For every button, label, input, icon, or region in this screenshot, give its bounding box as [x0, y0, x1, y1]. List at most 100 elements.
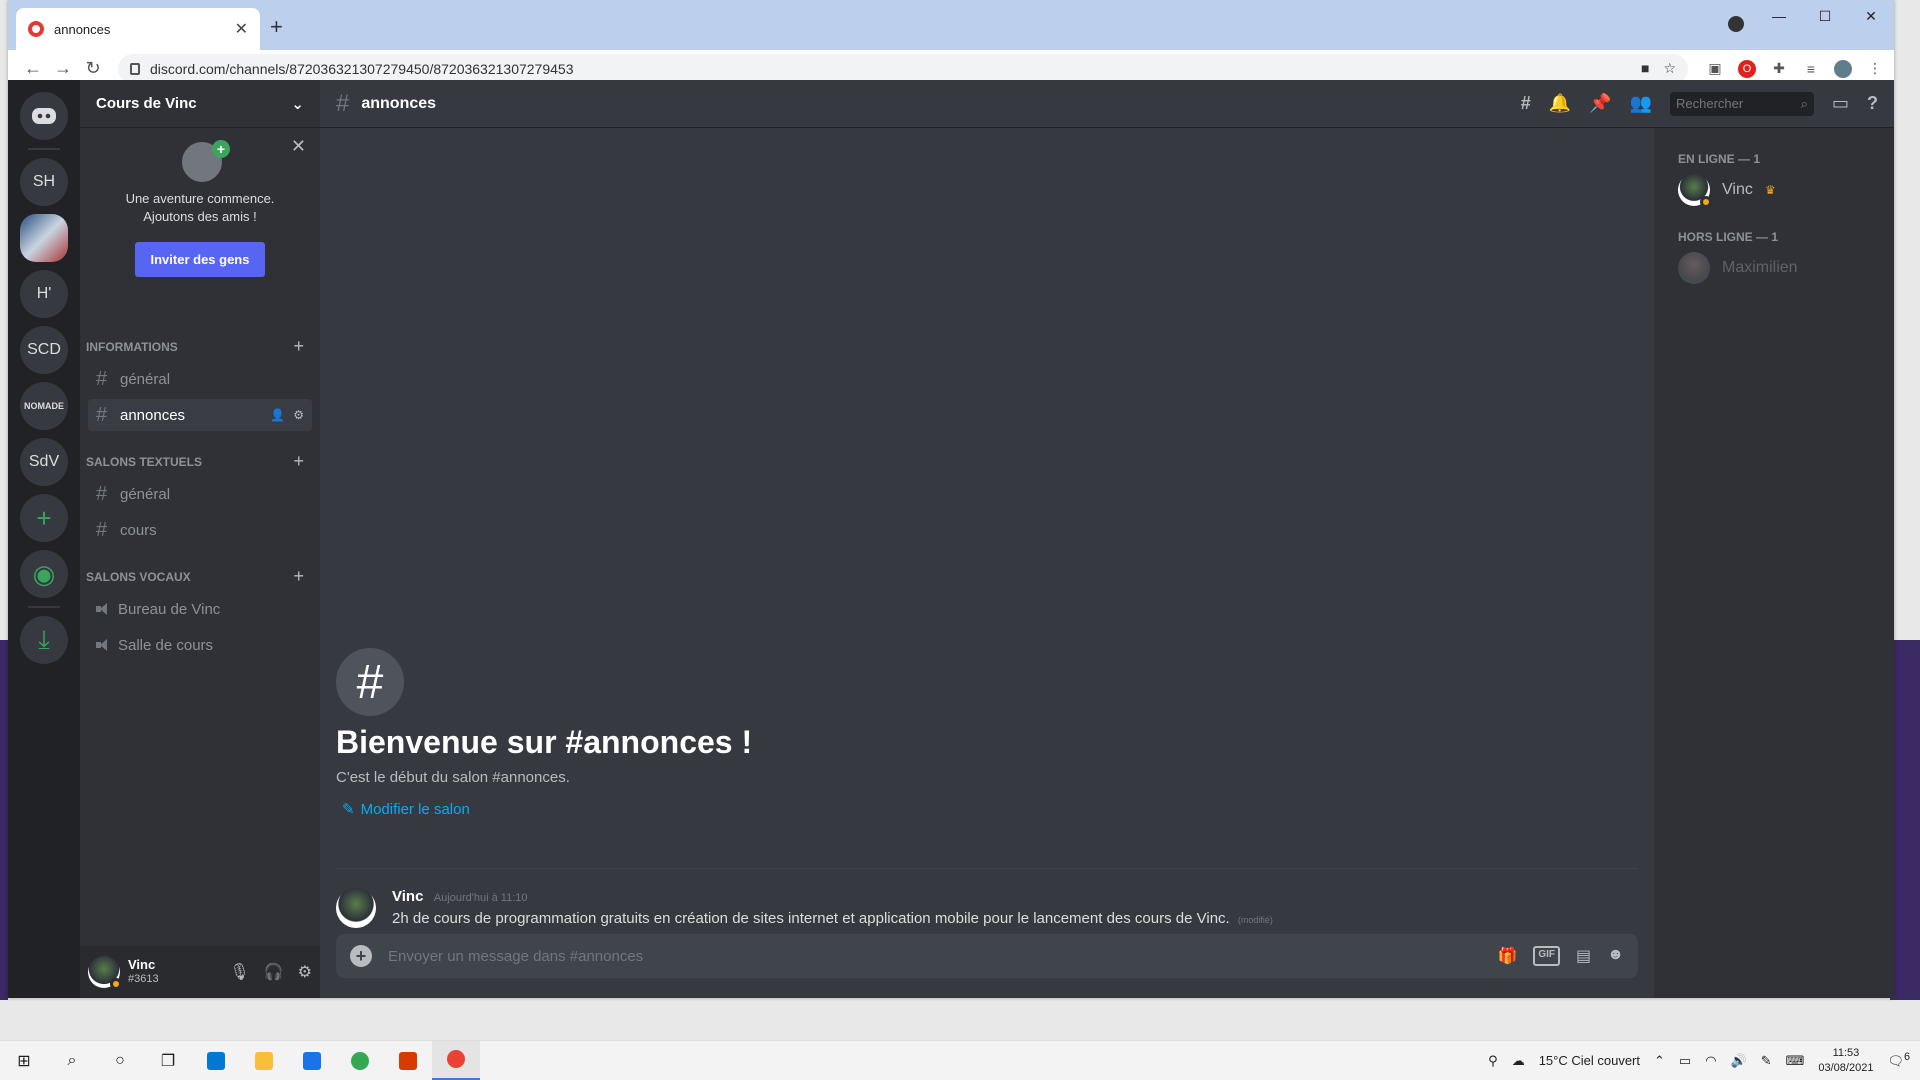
gif-button[interactable]: GIF: [1533, 946, 1561, 966]
browser-window: annonces ✕ + — ☐ ✕ ← → ↻ discord.com/cha…: [8, 0, 1894, 998]
inbox-icon[interactable]: ▭: [1832, 93, 1849, 114]
new-tab-button[interactable]: +: [270, 14, 283, 40]
help-icon[interactable]: ?: [1867, 93, 1878, 114]
member-list-icon[interactable]: 👥: [1630, 93, 1652, 114]
puzzle-extensions-icon[interactable]: ✚: [1770, 60, 1788, 78]
media-control-icon[interactable]: ≡: [1802, 60, 1820, 78]
clock[interactable]: 11:53 03/08/2021: [1818, 1046, 1873, 1076]
channel-label: annonces: [120, 406, 186, 424]
file-explorer-icon[interactable]: [240, 1041, 288, 1080]
server-cours-de-vinc[interactable]: [20, 214, 68, 262]
message: Vinc Aujourd'hui à 11:10 2h de cours de …: [336, 888, 1638, 928]
member-item[interactable]: Maximilien: [1678, 252, 1886, 284]
wifi-icon[interactable]: ◠: [1705, 1053, 1716, 1069]
notification-count: 6: [1903, 1051, 1910, 1064]
avatar: [1678, 174, 1712, 208]
bell-icon[interactable]: 🔔: [1549, 93, 1571, 114]
windows-start-icon[interactable]: ⊞: [0, 1041, 48, 1080]
edit-channel-link[interactable]: ✎ Modifier le salon: [336, 800, 752, 819]
reload-icon[interactable]: ↻: [78, 58, 108, 79]
add-attachment-icon[interactable]: +: [350, 945, 372, 967]
gear-icon[interactable]: ⚙: [298, 962, 312, 982]
office-icon[interactable]: [384, 1041, 432, 1080]
close-tab-icon[interactable]: ✕: [235, 19, 248, 39]
category-label: SALONS VOCAUX: [86, 569, 191, 584]
avatar[interactable]: [336, 888, 376, 928]
camera-icon[interactable]: ■: [1641, 60, 1649, 77]
chrome-icon[interactable]: [336, 1041, 384, 1080]
notification-icon[interactable]: 🗨6: [1887, 1051, 1910, 1069]
store-icon[interactable]: [192, 1041, 240, 1080]
bookmark-star-icon[interactable]: ☆: [1663, 60, 1676, 77]
weather-text[interactable]: 15°C Ciel couvert: [1539, 1053, 1640, 1068]
chrome-active-icon[interactable]: [432, 1040, 480, 1080]
cortana-icon[interactable]: ○: [96, 1041, 144, 1080]
invite-people-button[interactable]: Inviter des gens: [134, 242, 266, 277]
channel-sidebar: Cours de Vinc ⌄ + ✕ Une aventure commenc…: [80, 80, 320, 998]
server-sdv[interactable]: SdV: [20, 438, 68, 486]
search-icon[interactable]: ⌕: [48, 1041, 96, 1080]
keyboard-icon[interactable]: ⌨: [1786, 1053, 1805, 1069]
avatar[interactable]: [88, 956, 122, 990]
close-window-button[interactable]: ✕: [1848, 0, 1894, 32]
discord-home-icon[interactable]: [20, 92, 68, 140]
profile-avatar-icon[interactable]: [1834, 59, 1852, 78]
voice-channel-bureau[interactable]: Bureau de Vinc: [88, 593, 312, 625]
server-header[interactable]: Cours de Vinc ⌄: [80, 80, 320, 128]
category-salons-textuels[interactable]: SALONS TEXTUELS +: [80, 433, 320, 476]
headphones-icon[interactable]: 🎧: [264, 962, 284, 982]
minimize-button[interactable]: —: [1756, 0, 1802, 32]
gift-icon[interactable]: 🎁: [1497, 946, 1517, 966]
voice-channel-salle[interactable]: Salle de cours: [88, 629, 312, 661]
back-icon[interactable]: ←: [18, 58, 48, 79]
invite-text-line-1: Une aventure commence.: [125, 191, 275, 206]
forward-icon[interactable]: →: [48, 58, 78, 79]
close-icon[interactable]: ✕: [291, 136, 306, 157]
channel-annonces[interactable]: # annonces 👤 ⚙: [88, 399, 312, 431]
invite-prompt: + ✕ Une aventure commence. Ajoutons des …: [80, 128, 320, 318]
message-author[interactable]: Vinc: [392, 888, 423, 905]
opera-extension-icon[interactable]: O: [1738, 59, 1756, 78]
address-bar[interactable]: discord.com/channels/872036321307279450/…: [118, 53, 1688, 84]
gear-icon[interactable]: ⚙: [293, 408, 304, 422]
emoji-icon[interactable]: ☻: [1607, 946, 1624, 966]
browser-tab[interactable]: annonces ✕: [16, 8, 260, 50]
threads-icon[interactable]: #: [1521, 93, 1531, 114]
search-input[interactable]: Rechercher ⌕: [1669, 91, 1814, 116]
channel-general-info[interactable]: # général: [88, 363, 312, 395]
add-channel-icon[interactable]: +: [293, 451, 304, 472]
battery-icon[interactable]: ▭: [1679, 1053, 1691, 1069]
menu-kebab-icon[interactable]: ⋮: [1866, 60, 1884, 78]
people-icon[interactable]: ⚲: [1488, 1053, 1498, 1069]
channel-cours[interactable]: # cours: [88, 514, 312, 546]
pen-icon[interactable]: ✎: [1761, 1053, 1772, 1069]
tab-search-icon[interactable]: [1728, 16, 1744, 32]
message-input[interactable]: [388, 947, 1498, 965]
channel-welcome: # Bienvenue sur #annonces ! C'est le déb…: [336, 648, 752, 818]
microphone-icon[interactable]: 🎙: [229, 962, 249, 982]
explore-servers-compass-icon[interactable]: ◉: [20, 550, 68, 598]
server-sh[interactable]: SH: [20, 158, 68, 206]
invite-member-icon[interactable]: 👤: [270, 408, 285, 422]
channel-general-text[interactable]: # général: [88, 478, 312, 510]
add-channel-icon[interactable]: +: [293, 566, 304, 587]
server-scd[interactable]: SCD: [20, 326, 68, 374]
clock-date: 03/08/2021: [1818, 1061, 1874, 1074]
mail-icon[interactable]: [288, 1041, 336, 1080]
chevron-up-icon[interactable]: ⌃: [1654, 1053, 1665, 1069]
extension-icon[interactable]: ▣: [1706, 60, 1724, 78]
task-view-icon[interactable]: ❐: [144, 1041, 192, 1080]
add-server-icon[interactable]: +: [20, 494, 68, 542]
server-nomade[interactable]: NOMADE: [20, 382, 68, 430]
pin-icon[interactable]: 📌: [1589, 93, 1611, 114]
volume-icon[interactable]: 🔊: [1731, 1053, 1747, 1069]
maximize-button[interactable]: ☐: [1802, 0, 1848, 32]
add-channel-icon[interactable]: +: [293, 336, 304, 357]
category-salons-vocaux[interactable]: SALONS VOCAUX +: [80, 548, 320, 591]
server-h[interactable]: H': [20, 270, 68, 318]
member-item[interactable]: Vinc ♛: [1678, 174, 1886, 208]
category-informations[interactable]: INFORMATIONS +: [80, 318, 320, 361]
download-apps-icon[interactable]: ⤓: [20, 616, 68, 664]
sticker-icon[interactable]: ▤: [1576, 946, 1591, 966]
speaker-icon: [96, 602, 110, 616]
